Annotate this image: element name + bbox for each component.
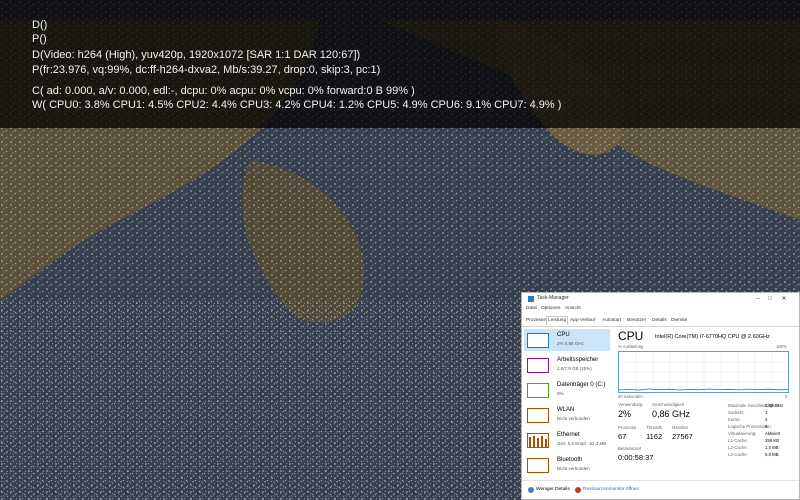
- menu-optionen[interactable]: Optionen: [541, 306, 560, 311]
- menu-ansicht[interactable]: Ansicht: [565, 306, 581, 311]
- footer-bar: Weniger Details Ressourcenmonitor öffnen: [522, 480, 799, 500]
- osd-line: P(): [32, 33, 47, 45]
- spec-value: 1: [765, 410, 768, 415]
- sidebar-item-sub: 0%: [557, 391, 564, 396]
- sidebar-item-sub: Nicht verbunden: [557, 466, 590, 471]
- tab-details[interactable]: Details: [651, 317, 668, 325]
- resource-sidebar: CPU 2% 0,86 GHz Arbeitsspeicher 2,0/7,9 …: [522, 327, 612, 479]
- cpu-graph-svg: [618, 352, 789, 392]
- handles-label: Handles: [672, 425, 689, 430]
- tab-leistung[interactable]: Leistung: [546, 316, 569, 325]
- resource-monitor-icon: [575, 487, 581, 493]
- osd-line: C( ad: 0.000, a/v: 0.000, edl:-, dcpu: 0…: [32, 85, 415, 97]
- menu-bar: Datei Optionen Ansicht: [522, 306, 799, 315]
- spec-value: 2,59 GHz: [765, 403, 784, 408]
- graph-time-label: 60 Sekunden: [618, 394, 643, 399]
- sidebar-item-sub: 2% 0,86 GHz: [557, 341, 584, 346]
- osd-overlay: D() P() D(Video: h264 (High), yuv420p, 1…: [0, 0, 800, 128]
- graph-label: % Auslastung: [618, 344, 644, 349]
- task-manager-window[interactable]: Task-Manager – □ ✕ Datei Optionen Ansich…: [521, 292, 800, 500]
- sidebar-item-label: CPU: [557, 332, 570, 338]
- sidebar-item-label: Bluetooth: [557, 457, 583, 463]
- window-title: Task-Manager: [537, 295, 569, 301]
- sidebar-item-sub: Ges: 0,5 Empf.: 62,3 MB: [557, 441, 607, 446]
- ethernet-thumbnail: [527, 433, 549, 448]
- sidebar-item-memory[interactable]: Arbeitsspeicher 2,0/7,9 GB (25%): [524, 354, 610, 376]
- spec-value: 4: [765, 417, 768, 422]
- minimize-icon[interactable]: –: [752, 294, 764, 304]
- maximize-icon[interactable]: □: [764, 294, 776, 304]
- sidebar-item-wlan[interactable]: WLAN Nicht verbunden: [524, 404, 610, 426]
- usage-label: Verwendung: [618, 402, 643, 407]
- tab-benutzer[interactable]: Benutzer: [626, 317, 647, 325]
- spec-value: 8: [765, 424, 768, 429]
- sidebar-item-label: Ethernet: [557, 432, 580, 438]
- tab-app-verlauf[interactable]: App-Verlauf: [569, 317, 596, 325]
- sidebar-item-cpu[interactable]: CPU 2% 0,86 GHz: [524, 329, 610, 351]
- cpu-usage-graph: [618, 351, 789, 393]
- spec-label: Sockets:: [728, 410, 745, 415]
- osd-line: D(): [32, 19, 48, 31]
- tab-prozesse[interactable]: Prozesse: [525, 317, 547, 325]
- title-bar[interactable]: Task-Manager – □ ✕: [522, 293, 799, 305]
- handles-value: 27567: [672, 432, 693, 441]
- disk-thumbnail: [527, 383, 549, 398]
- spec-value: 6,0 MB: [765, 452, 779, 457]
- close-icon[interactable]: ✕: [778, 294, 790, 304]
- spec-value: Aktiviert: [765, 431, 781, 436]
- cpu-detail-panel: CPU Intel(R) Core(TM) i7-6770HQ CPU @ 2.…: [618, 329, 798, 479]
- spec-label: L2-Cache:: [728, 445, 748, 450]
- memory-thumbnail: [527, 358, 549, 373]
- processes-value: 67: [618, 432, 627, 441]
- uptime-label: Betriebszeit: [618, 446, 641, 451]
- task-manager-icon: [528, 296, 534, 302]
- menu-datei[interactable]: Datei: [526, 306, 537, 311]
- osd-line: W( CPU0: 3.8% CPU1: 4.5% CPU2: 4.4% CPU3…: [32, 99, 562, 111]
- spec-label: Virtualisierung:: [728, 431, 757, 436]
- spec-label: Kerne:: [728, 417, 741, 422]
- resource-monitor-link[interactable]: Ressourcenmonitor öffnen: [583, 487, 639, 492]
- spec-label: L1-Cache:: [728, 438, 748, 443]
- sidebar-item-disk[interactable]: Datenträger 0 (C:) 0%: [524, 379, 610, 401]
- cpu-model-name: Intel(R) Core(TM) i7-6770HQ CPU @ 2.60GH…: [655, 334, 770, 340]
- detail-title: CPU: [618, 329, 644, 343]
- speed-value: 0,86 GHz: [652, 409, 691, 419]
- sidebar-item-sub: 2,0/7,9 GB (25%): [557, 366, 592, 371]
- sidebar-item-label: WLAN: [557, 407, 575, 413]
- usage-value: 2%: [618, 409, 632, 419]
- graph-min-label: 0: [785, 394, 788, 399]
- speed-label: Geschwindigkeit: [652, 402, 684, 407]
- cpu-thumbnail: [527, 333, 549, 348]
- graph-max-label: 100%: [776, 344, 787, 349]
- sidebar-item-sub: Nicht verbunden: [557, 416, 590, 421]
- spec-label: L3-Cache:: [728, 452, 748, 457]
- osd-line: D(Video: h264 (High), yuv420p, 1920x1072…: [32, 49, 361, 61]
- sidebar-item-label: Datenträger 0 (C:): [557, 382, 606, 388]
- tab-bar: Prozesse Leistung App-Verlauf Autostart …: [522, 316, 799, 327]
- spec-value: 1,0 MB: [765, 445, 779, 450]
- threads-label: Threads: [646, 425, 663, 430]
- wlan-thumbnail: [527, 408, 549, 423]
- fewer-details-link[interactable]: Weniger Details: [536, 487, 570, 492]
- sidebar-item-ethernet[interactable]: Ethernet Ges: 0,5 Empf.: 62,3 MB: [524, 429, 610, 451]
- processes-label: Prozesse: [618, 425, 637, 430]
- threads-value: 1162: [646, 432, 663, 441]
- ethernet-graph-icon: [529, 436, 547, 447]
- bluetooth-thumbnail: [527, 458, 549, 473]
- sidebar-item-bluetooth[interactable]: Bluetooth Nicht verbunden: [524, 454, 610, 476]
- spec-value: 256 KB: [765, 438, 780, 443]
- osd-line: P(fr:23.976, vq:99%, dc:ff-h264-dxva2, M…: [32, 64, 381, 76]
- sidebar-item-label: Arbeitsspeicher: [557, 357, 599, 363]
- uptime-value: 0:00:58:37: [618, 453, 654, 462]
- chevron-up-icon[interactable]: [528, 487, 534, 493]
- tab-autostart[interactable]: Autostart: [601, 317, 622, 325]
- tab-dienste[interactable]: Dienste: [670, 317, 688, 325]
